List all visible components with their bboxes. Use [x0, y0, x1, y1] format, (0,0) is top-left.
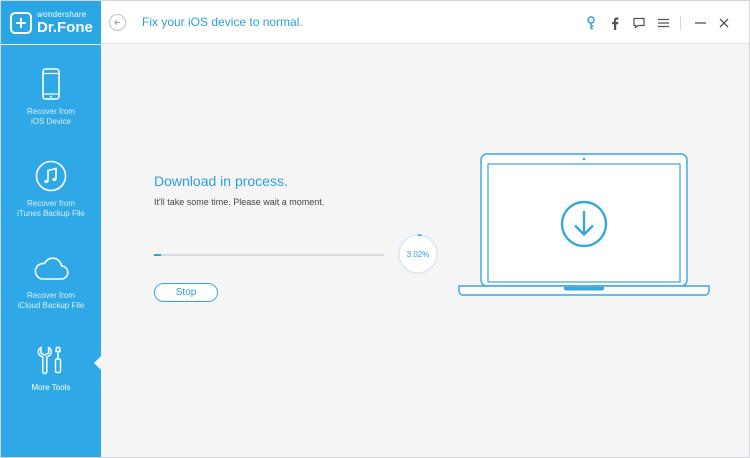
sidebar-item-more-tools[interactable]: More Tools: [1, 321, 101, 413]
music-note-icon: [35, 159, 67, 193]
sidebar-item-label: More Tools: [31, 383, 71, 392]
minimize-icon[interactable]: [689, 13, 711, 33]
sidebar-item-label: Recover from iOS Device: [26, 107, 75, 126]
progress-percent: 3.02%: [406, 249, 430, 259]
phone-icon: [42, 67, 60, 101]
laptop-download-icon: [458, 153, 710, 296]
download-status-title: Download in process.: [154, 173, 288, 189]
app-window: wondershare Dr.Fone Fix your iOS device …: [0, 0, 750, 458]
feedback-icon[interactable]: [628, 13, 650, 33]
plus-logo-icon: [10, 11, 32, 34]
progress-fill: [154, 254, 161, 256]
stop-button[interactable]: Stop: [154, 283, 218, 302]
sidebar: Recover from iOS Device Recover from iTu…: [1, 45, 101, 457]
product-name: Dr.Fone: [37, 18, 93, 36]
facebook-icon[interactable]: [604, 13, 626, 33]
tools-icon: [35, 343, 67, 377]
sidebar-item-ios-device[interactable]: Recover from iOS Device: [1, 45, 101, 137]
sidebar-item-icloud-backup[interactable]: Recover from iCloud Backup File: [1, 229, 101, 321]
progress-badge: 3.02%: [397, 233, 439, 275]
progress-bar: [154, 254, 384, 256]
back-button[interactable]: [109, 14, 126, 31]
title-bar: wondershare Dr.Fone Fix your iOS device …: [1, 1, 749, 44]
app-logo: wondershare Dr.Fone: [1, 1, 101, 44]
key-icon[interactable]: [580, 13, 602, 33]
arrow-left-icon: [114, 19, 121, 26]
brand-name: wondershare: [37, 9, 87, 19]
close-icon[interactable]: [713, 13, 735, 33]
sidebar-item-label: Recover from iTunes Backup File: [17, 199, 85, 218]
page-title: Fix your iOS device to normal.: [142, 15, 303, 29]
toolbar-divider: [680, 16, 681, 30]
menu-icon[interactable]: [652, 13, 674, 33]
sidebar-item-itunes-backup[interactable]: Recover from iTunes Backup File: [1, 137, 101, 229]
window-controls: [578, 13, 735, 33]
sidebar-item-label: Recover from iCloud Backup File: [17, 291, 85, 310]
main-panel: Download in process. It'll take some tim…: [101, 45, 749, 457]
cloud-icon: [33, 251, 69, 285]
download-status-subtitle: It'll take some time. Please wait a mome…: [154, 197, 325, 207]
